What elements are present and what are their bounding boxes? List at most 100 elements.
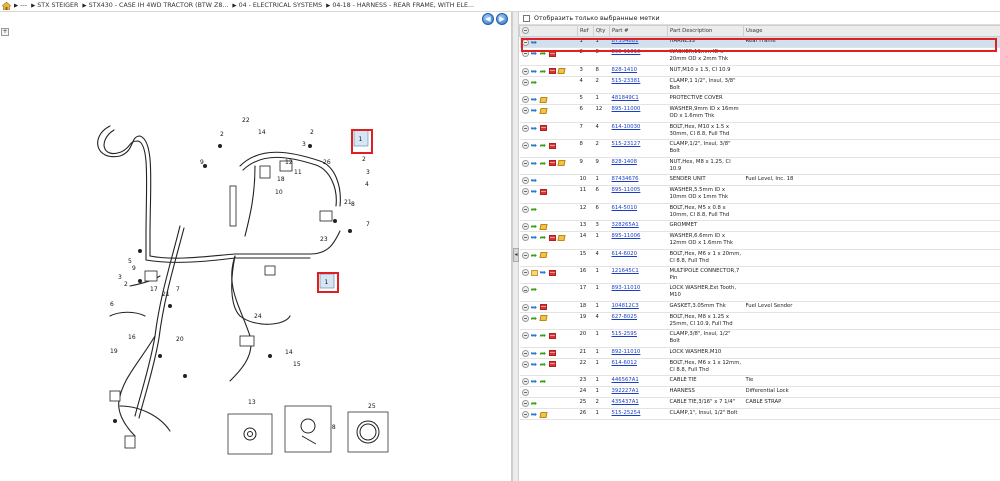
list-icon[interactable] xyxy=(539,125,547,131)
callout-2c[interactable]: 2 xyxy=(362,156,366,163)
table-row[interactable]: ➥ 5 1 481849C1 PROTECTIVE COVER xyxy=(519,93,1000,105)
info-arrow-icon[interactable]: ➥ xyxy=(531,332,538,340)
expand-toggle[interactable]: + xyxy=(1,28,9,36)
callout-6[interactable]: 6 xyxy=(110,301,114,308)
table-row[interactable]: ➥ 10 1 87434676 SENDER UNIT Fuel Level, Inc. … xyxy=(519,174,1000,186)
green-arrow-icon[interactable]: ➦ xyxy=(540,349,547,357)
cell-part-number[interactable]: 104812C3 xyxy=(609,301,668,313)
table-row[interactable]: ➥ ➦ 23 1 446567A1 CABLE TIE Tie xyxy=(519,375,1000,388)
minus-circle-icon[interactable] xyxy=(521,251,529,259)
minus-circle-icon[interactable] xyxy=(521,269,529,276)
package-icon[interactable] xyxy=(538,411,548,418)
column-header-ref[interactable]: Ref xyxy=(577,25,594,37)
callout-18[interactable]: 18 xyxy=(277,176,285,183)
column-header-usage[interactable]: Usage xyxy=(743,25,1000,37)
green-arrow-icon[interactable]: ➦ xyxy=(531,78,538,86)
cell-part-number[interactable]: 614-5010 xyxy=(609,203,668,221)
list-icon[interactable] xyxy=(548,269,556,276)
minus-circle-icon[interactable] xyxy=(521,124,529,132)
table-row[interactable]: ➦ 25 2 435437A1 CABLE TIE,3/16" x 7 1/4" CABL… xyxy=(519,397,1000,410)
table-row[interactable]: ➦ 4 2 515-23381 CLAMP,1 1/2", Insul, 3/8" Bo… xyxy=(519,76,1000,94)
callout-24[interactable]: 24 xyxy=(254,313,262,320)
next-button[interactable]: ▶ xyxy=(496,13,508,25)
list-icon[interactable] xyxy=(548,234,556,241)
minus-circle-icon[interactable] xyxy=(522,26,529,34)
minus-circle-icon[interactable] xyxy=(521,159,529,167)
minus-circle-icon[interactable] xyxy=(521,360,529,368)
green-arrow-icon[interactable]: ➦ xyxy=(540,67,547,75)
info-arrow-icon[interactable]: ➥ xyxy=(531,234,538,242)
table-row[interactable]: ➦ 12 6 614-5010 BOLT,Hex, M5 x 0.8 x 10mm, C… xyxy=(519,203,1000,221)
callout-7b[interactable]: 7 xyxy=(176,286,180,293)
package-icon[interactable] xyxy=(538,223,548,230)
table-row[interactable]: ➥ ➦ 14 1 895-11006 WASHER,6.6mm ID x 12mm OD … xyxy=(519,231,1000,250)
column-header-description[interactable]: Part Description xyxy=(667,25,744,37)
callout-12[interactable]: 12 xyxy=(285,159,293,166)
minus-circle-icon[interactable] xyxy=(521,286,529,294)
minus-circle-icon[interactable] xyxy=(521,78,529,86)
cell-part-number[interactable]: 828-1410 xyxy=(609,65,668,77)
minus-circle-icon[interactable] xyxy=(521,234,529,241)
minus-circle-icon[interactable] xyxy=(521,349,529,357)
cell-part-number[interactable]: 614-10030 xyxy=(609,122,668,140)
cell-part-number[interactable]: 515-23381 xyxy=(609,76,668,94)
previous-button[interactable]: ◀ xyxy=(482,13,494,25)
green-arrow-icon[interactable]: ➦ xyxy=(540,159,547,167)
green-arrow-icon[interactable]: ➦ xyxy=(540,332,547,340)
cell-part-number[interactable]: 895-11000 xyxy=(609,104,668,123)
cell-part-number[interactable]: 446567A1 xyxy=(609,375,668,388)
cell-part-number[interactable]: 392227A1 xyxy=(609,386,668,399)
callout-9[interactable]: 9 xyxy=(200,159,204,166)
green-arrow-icon[interactable]: ➦ xyxy=(531,251,538,259)
list-icon[interactable] xyxy=(539,304,547,311)
home-icon[interactable] xyxy=(2,1,11,10)
callout-14[interactable]: 14 xyxy=(258,129,266,136)
list-icon[interactable] xyxy=(548,332,556,339)
package-icon[interactable] xyxy=(538,96,548,103)
callout-22[interactable]: 22 xyxy=(242,117,250,124)
info-arrow-icon[interactable]: ➥ xyxy=(531,177,538,185)
info-arrow-icon[interactable]: ➥ xyxy=(531,349,538,357)
cell-part-number[interactable]: 481849C1 xyxy=(609,93,668,105)
callout-19[interactable]: 19 xyxy=(110,348,118,355)
callout-20[interactable]: 20 xyxy=(176,336,184,343)
list-icon[interactable] xyxy=(539,188,547,195)
cell-part-number[interactable]: 895-11005 xyxy=(609,185,668,204)
show-selected-checkbox[interactable] xyxy=(523,14,530,22)
table-row[interactable]: ➥ 7 4 614-10030 BOLT,Hex, M10 x 1.5 x 30mm, … xyxy=(519,122,1000,140)
pane-splitter[interactable]: ◂ xyxy=(512,12,519,481)
info-arrow-icon[interactable]: ➥ xyxy=(531,188,538,196)
info-arrow-icon[interactable]: ➥ xyxy=(531,96,538,104)
package-icon[interactable] xyxy=(538,107,548,114)
green-arrow-icon[interactable]: ➦ xyxy=(531,205,538,213)
minus-circle-icon[interactable] xyxy=(521,389,529,397)
info-arrow-icon[interactable]: ➥ xyxy=(531,67,538,75)
table-row[interactable]: ➥ 18 1 104812C3 GASKET,3.05mm Thk Fuel Level … xyxy=(519,301,1000,313)
list-icon[interactable] xyxy=(548,142,556,149)
callout-3b[interactable]: 3 xyxy=(366,169,370,176)
breadcrumb-item[interactable]: STX STEIGER xyxy=(37,2,78,9)
green-arrow-icon[interactable]: ➦ xyxy=(531,314,538,322)
cell-part-number[interactable]: 121645C1 xyxy=(609,266,668,285)
package-icon[interactable] xyxy=(556,68,566,74)
info-arrow-icon[interactable]: ➥ xyxy=(531,411,538,419)
minus-circle-icon[interactable] xyxy=(521,400,529,408)
minus-circle-icon[interactable] xyxy=(521,177,529,184)
callout-2b[interactable]: 2 xyxy=(310,129,314,136)
minus-circle-icon[interactable] xyxy=(521,188,529,195)
minus-circle-icon[interactable] xyxy=(521,67,529,75)
minus-circle-icon[interactable] xyxy=(521,314,529,322)
info-arrow-icon[interactable]: ➥ xyxy=(531,142,538,150)
column-header-part[interactable]: Part # xyxy=(609,25,668,37)
cell-part-number[interactable]: 515-2595 xyxy=(609,329,668,348)
callout-2d[interactable]: 2 xyxy=(124,281,128,288)
callout-4[interactable]: 4 xyxy=(365,181,369,188)
table-row[interactable]: ➥ ➦ 20 1 515-2595 CLAMP,3/8", Insul, 1/2" Bol… xyxy=(519,329,1000,348)
cell-part-number[interactable]: 892-11010 xyxy=(609,347,668,359)
cell-part-number[interactable]: 515-23127 xyxy=(609,139,668,158)
callout-3[interactable]: 3 xyxy=(302,141,306,148)
callout-10[interactable]: 10 xyxy=(275,189,283,196)
callout-3c[interactable]: 3 xyxy=(118,274,122,281)
callout-2[interactable]: 2 xyxy=(220,131,224,138)
callout-5[interactable]: 5 xyxy=(128,258,132,265)
